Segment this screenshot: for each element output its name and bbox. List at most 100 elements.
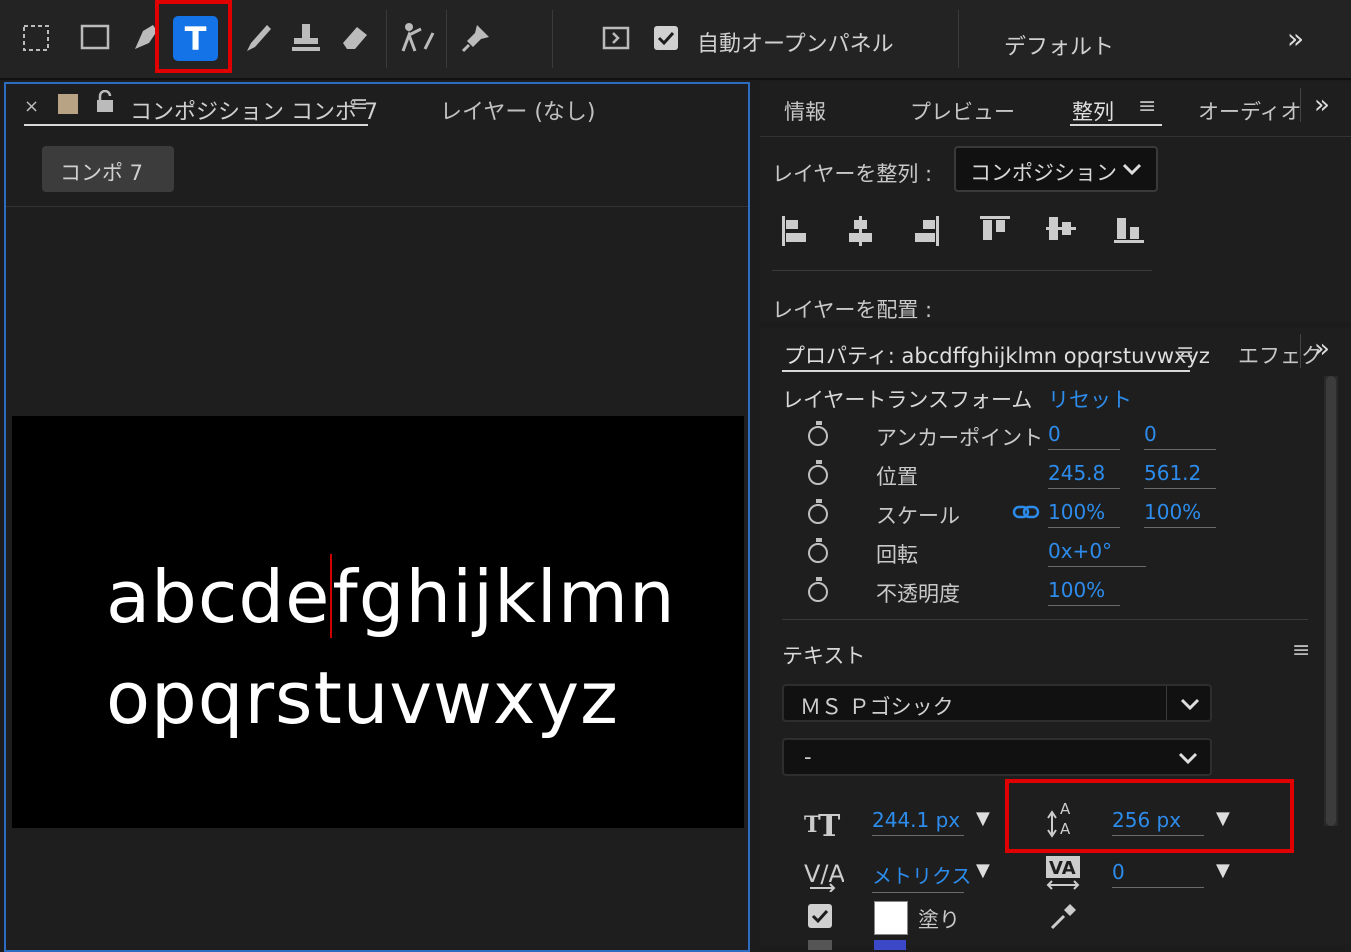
text-section-menu-icon[interactable]: ≡: [1292, 638, 1310, 663]
align-vertical-center-icon[interactable]: [1044, 214, 1078, 244]
font-size-icon: TT: [804, 809, 841, 838]
select-region-icon[interactable]: [16, 18, 56, 58]
panel-toggle-icon[interactable]: [596, 18, 636, 58]
align-to-label: レイヤーを整列 :: [772, 162, 933, 186]
divider: [6, 206, 748, 207]
scale-y-value[interactable]: 100%: [1144, 500, 1216, 528]
text-after-cursor: fghijklmn: [332, 555, 676, 639]
font-family-dropdown[interactable]: ＭＳ Ｐゴシック: [782, 684, 1212, 722]
scale-label: スケール: [876, 504, 960, 528]
stroke-color-swatch[interactable]: [874, 940, 906, 950]
font-family-value: ＭＳ Ｐゴシック: [800, 695, 954, 719]
text-line-1[interactable]: abcdefghijklmn: [106, 554, 676, 639]
position-label: 位置: [876, 465, 918, 489]
svg-text:VA: VA: [1049, 858, 1076, 879]
tab-audio[interactable]: オーディオ: [1198, 96, 1302, 126]
tab-preview[interactable]: プレビュー: [910, 96, 1015, 126]
active-tab-underline: [1070, 124, 1162, 126]
text-line-2[interactable]: opqrstuvwxyz: [106, 656, 619, 740]
align-right-icon[interactable]: [912, 214, 942, 248]
font-size-dropdown-icon[interactable]: ▼: [976, 808, 990, 829]
fill-checkbox[interactable]: [808, 904, 832, 928]
stroke-checkbox[interactable]: [808, 940, 832, 950]
comp-color-swatch: [58, 94, 78, 114]
checkmark-icon: [811, 909, 829, 924]
workspace-overflow-icon[interactable]: »: [1287, 22, 1304, 55]
active-tab-underline: [24, 124, 368, 126]
text-section-label: テキスト: [782, 644, 866, 668]
chevron-down-icon: [1122, 163, 1142, 176]
anchor-point-label: アンカーポイント: [876, 426, 1044, 450]
properties-tab-title[interactable]: プロパティ: abcdffghijklmn opqrstuvwxyz: [784, 340, 1210, 370]
brush-tool-icon[interactable]: [238, 18, 278, 58]
font-style-dropdown[interactable]: -: [782, 738, 1212, 776]
svg-text:T: T: [818, 809, 841, 838]
stopwatch-icon[interactable]: [808, 577, 828, 602]
leading-highlight: [1005, 779, 1294, 853]
font-style-value: -: [804, 745, 812, 769]
align-left-icon[interactable]: [780, 214, 810, 248]
reset-link[interactable]: リセット: [1048, 384, 1132, 414]
distribute-label: レイヤーを配置 :: [772, 298, 933, 322]
anchor-y-value[interactable]: 0: [1144, 422, 1216, 450]
clone-stamp-icon[interactable]: [286, 18, 326, 58]
align-bottom-icon[interactable]: [1112, 214, 1146, 246]
properties-overflow-icon[interactable]: »: [1314, 334, 1330, 364]
rotation-value[interactable]: 0x+0°: [1048, 539, 1146, 567]
auto-open-checkbox[interactable]: [654, 26, 678, 50]
align-to-dropdown[interactable]: コンポジション: [954, 146, 1158, 192]
kerning-dropdown-icon[interactable]: ▼: [976, 860, 990, 881]
kerning-icon: V/A: [804, 860, 844, 892]
close-tab-icon[interactable]: ×: [24, 96, 39, 117]
fill-label: 塗り: [918, 908, 960, 932]
eraser-tool-icon[interactable]: [334, 18, 374, 58]
scrollbar[interactable]: [1324, 376, 1338, 826]
layer-tab[interactable]: レイヤー (なし): [440, 94, 596, 126]
puppet-tool-icon[interactable]: [398, 18, 438, 58]
tracking-icon: VA: [1046, 856, 1080, 890]
link-icon[interactable]: [1012, 504, 1040, 520]
stopwatch-icon[interactable]: [808, 538, 828, 563]
position-x-value[interactable]: 245.8: [1048, 461, 1120, 489]
active-tab-underline: [782, 370, 1190, 372]
pin-tool-icon[interactable]: [456, 18, 496, 58]
align-horizontal-center-icon[interactable]: [846, 214, 876, 248]
position-y-value[interactable]: 561.2: [1144, 461, 1216, 489]
properties-menu-icon[interactable]: ≡: [1176, 340, 1194, 365]
stopwatch-icon[interactable]: [808, 421, 828, 446]
comp-breadcrumb-button[interactable]: コンポ 7: [42, 146, 174, 192]
comp-viewer[interactable]: abcdefghijklmn opqrstuvwxyz: [12, 416, 744, 828]
tab-effects[interactable]: エフェク: [1238, 340, 1322, 370]
align-top-icon[interactable]: [978, 214, 1012, 244]
chevron-down-icon: [1180, 698, 1200, 711]
anchor-x-value[interactable]: 0: [1048, 422, 1120, 450]
align-panel: 情報 プレビュー 整列 ≡ オーディオ » レイヤーを整列 : コンポジション …: [760, 82, 1351, 322]
eyedropper-icon[interactable]: [1048, 902, 1078, 932]
checkmark-icon: [657, 31, 675, 46]
rectangle-tool-icon[interactable]: [76, 18, 116, 58]
comp-tab-menu-icon[interactable]: ≡: [350, 92, 368, 117]
align-to-value: コンポジション: [970, 161, 1117, 185]
text-before-cursor: abcde: [106, 555, 331, 639]
lock-icon[interactable]: [96, 89, 114, 118]
tab-info[interactable]: 情報: [784, 96, 826, 126]
stopwatch-icon[interactable]: [808, 499, 828, 524]
align-menu-icon[interactable]: ≡: [1138, 94, 1156, 119]
kerning-value[interactable]: メトリクス: [872, 860, 971, 893]
tab-align[interactable]: 整列: [1072, 96, 1114, 126]
transform-section-label: レイヤートランスフォーム: [782, 388, 1033, 412]
tracking-value[interactable]: 0: [1112, 860, 1204, 888]
scale-x-value[interactable]: 100%: [1048, 500, 1120, 528]
font-size-value[interactable]: 244.1 px: [872, 808, 964, 836]
tracking-dropdown-icon[interactable]: ▼: [1216, 860, 1230, 881]
opacity-value[interactable]: 100%: [1048, 578, 1120, 606]
workspace-label[interactable]: デフォルト: [1004, 29, 1114, 61]
scrollbar-thumb[interactable]: [1326, 376, 1336, 826]
align-overflow-icon[interactable]: »: [1314, 90, 1330, 120]
fill-color-swatch[interactable]: [874, 901, 908, 935]
text-tool-highlight: [155, 0, 232, 73]
stopwatch-icon[interactable]: [808, 460, 828, 485]
svg-text:V/A: V/A: [804, 860, 844, 888]
chevron-down-icon: [1178, 752, 1198, 765]
comp-tab-title[interactable]: コンポジション コンポ 7: [130, 94, 378, 126]
